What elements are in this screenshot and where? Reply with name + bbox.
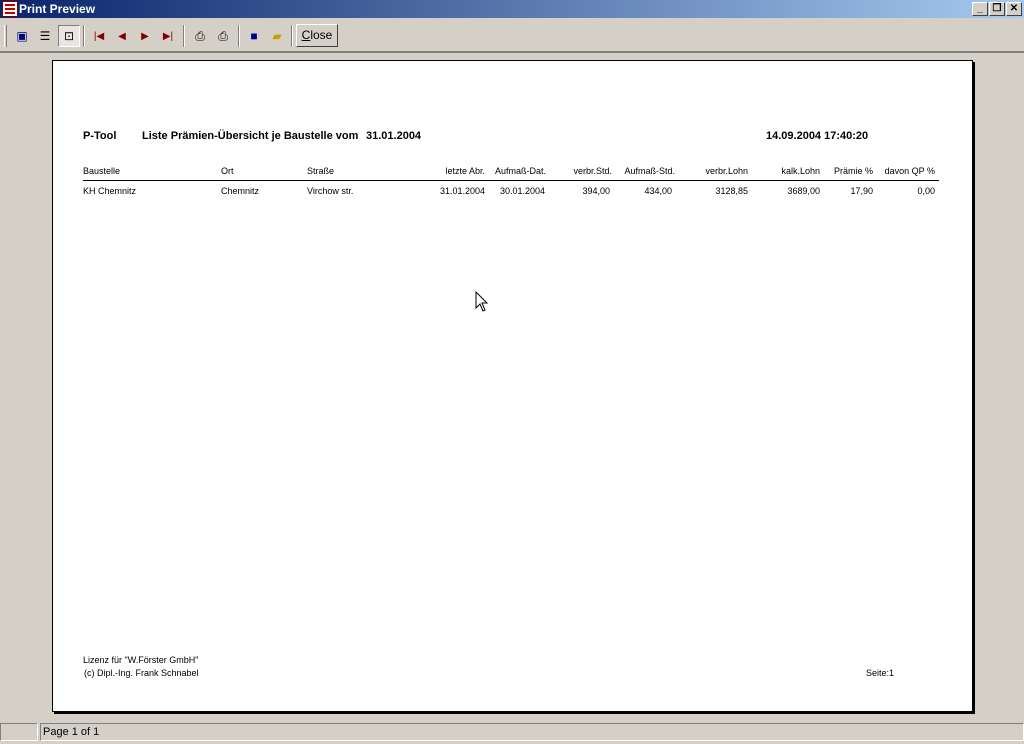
cell-praemie: 17,90 <box>850 186 873 196</box>
cell-aufmass-dat: 30.01.2004 <box>499 186 545 196</box>
cell-verbr-std: 394,00 <box>582 186 610 196</box>
last-page-icon: ▶| <box>162 30 174 42</box>
print-setup-button[interactable]: ⎙ <box>189 25 211 47</box>
column-header-kalk-lohn: kalk.Lohn <box>781 166 820 176</box>
column-header-verbr-std: verbr.Std. <box>573 166 612 176</box>
cell-baustelle: KH Chemnitz <box>83 186 137 196</box>
close-window-button[interactable]: ✕ <box>1006 2 1022 16</box>
report-page: P-Tool Liste Prämien-Übersicht je Bauste… <box>52 60 973 712</box>
two-pages-button[interactable]: ☰ <box>34 25 56 47</box>
column-header-praemie: Prämie % <box>833 166 873 176</box>
window-title: Print Preview <box>19 2 96 16</box>
print-button[interactable]: ⎙ <box>212 25 234 47</box>
cell-kalk-lohn: 3689,00 <box>787 186 820 196</box>
mouse-cursor-icon <box>475 291 489 312</box>
column-header-ort: Ort <box>221 166 234 176</box>
column-header-aufmass-dat: Aufmaß-Dat. <box>494 166 546 176</box>
first-page-icon: |◀ <box>93 30 105 42</box>
column-header-strasse: Straße <box>307 166 335 176</box>
report-title: Liste Prämien-Übersicht je Baustelle vom <box>142 130 359 142</box>
app-icon[interactable] <box>2 1 18 17</box>
title-bar: Print Preview _ ❐ ✕ <box>0 0 1024 18</box>
first-page-button[interactable]: |◀ <box>88 25 110 47</box>
status-cell-empty <box>0 723 38 741</box>
report-timestamp: 14.09.2004 17:40:20 <box>766 130 869 142</box>
footer-page-number: Seite:1 <box>866 668 895 678</box>
zoom-icon: ⊡ <box>63 29 75 43</box>
next-page-button[interactable]: ▶ <box>134 25 156 47</box>
cell-davon-qp: 0,00 <box>917 186 935 196</box>
print-setup-icon: ⎙ <box>195 28 205 43</box>
cell-verbr-lohn: 3128,85 <box>715 186 748 196</box>
toolbar-grip[interactable] <box>4 25 7 47</box>
minimize-button[interactable]: _ <box>972 2 988 16</box>
footer-copyright: (c) Dipl.-Ing. Frank Schnabel <box>84 668 199 678</box>
next-page-icon: ▶ <box>141 30 149 42</box>
open-icon: ▰ <box>272 29 282 43</box>
report-date: 31.01.2004 <box>366 130 422 142</box>
last-page-button[interactable]: ▶| <box>157 25 179 47</box>
column-header-baustelle: Baustelle <box>83 166 121 176</box>
status-page-text: Page 1 of 1 <box>40 723 1024 741</box>
column-header-letzte-abr: letzte Abr. <box>445 166 485 176</box>
column-header-aufmass-std: Aufmaß-Std. <box>624 166 675 176</box>
column-header-davon-qp: davon QP % <box>884 166 935 176</box>
close-button[interactable]: Close <box>296 24 338 47</box>
report-app-name: P-Tool <box>83 130 117 142</box>
two-pages-icon: ☰ <box>39 29 51 43</box>
print-icon: ⎙ <box>218 28 228 43</box>
one-page-button[interactable]: ▣ <box>11 25 33 47</box>
cell-ort: Chemnitz <box>221 186 260 196</box>
one-page-icon: ▣ <box>16 29 28 43</box>
save-button[interactable]: ■ <box>243 25 265 47</box>
toolbar: ▣ ☰ ⊡ |◀ ◀ ▶ ▶| ⎙ ⎙ ■ ▰ Close <box>0 19 1024 52</box>
toolbar-separator <box>83 25 85 47</box>
cell-aufmass-std: 434,00 <box>644 186 672 196</box>
open-button[interactable]: ▰ <box>266 25 288 47</box>
save-icon: ■ <box>250 29 258 43</box>
header-divider <box>83 180 939 181</box>
previous-page-icon: ◀ <box>118 30 126 42</box>
footer-license: Lizenz für "W.Förster GmbH" <box>83 655 199 665</box>
cell-letzte-abr: 31.01.2004 <box>439 186 485 196</box>
close-label-rest: lose <box>310 28 333 42</box>
cell-strasse: Virchow str. <box>307 186 354 196</box>
toolbar-separator <box>291 25 293 47</box>
restore-button[interactable]: ❐ <box>989 2 1005 16</box>
toolbar-separator <box>183 25 185 47</box>
previous-page-button[interactable]: ◀ <box>111 25 133 47</box>
toolbar-separator <box>238 25 240 47</box>
status-bar: Page 1 of 1 <box>0 721 1024 744</box>
column-header-verbr-lohn: verbr.Lohn <box>705 166 748 176</box>
zoom-button[interactable]: ⊡ <box>58 25 80 47</box>
